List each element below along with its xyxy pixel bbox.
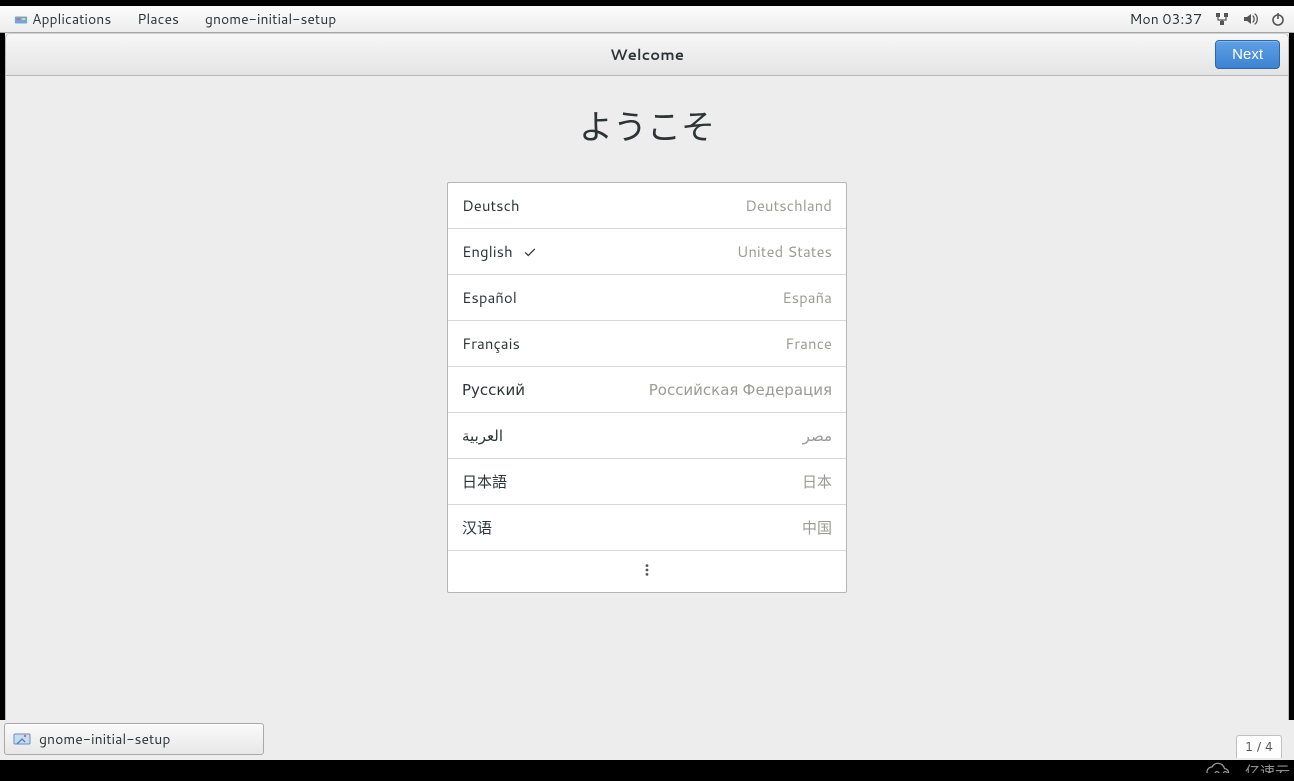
language-name: English [462,241,513,262]
panel-clock[interactable]: Mon 03:37 [1130,9,1202,29]
language-row[interactable]: Français France [448,321,846,367]
language-row[interactable]: Español España [448,275,846,321]
places-menu[interactable]: Places [133,7,183,31]
language-country: 日本 [802,471,832,492]
more-languages-row[interactable] [448,551,846,592]
bottom-taskbar: gnome-initial-setup 1 / 4 亿速云 [0,720,1294,760]
volume-icon[interactable] [1242,11,1258,27]
content-area: ようこそ Deutsch Deutschland English United Sta… [5,76,1289,720]
check-icon [523,245,537,259]
language-row[interactable]: 日本語 日本 [448,459,846,505]
language-row[interactable]: Русский Российская Федерация [448,367,846,413]
language-name: Español [462,287,517,308]
places-label: Places [137,9,179,29]
language-name: 汉语 [462,517,492,538]
language-list: Deutsch Deutschland English United States Es… [447,182,847,593]
applications-label: Applications [32,9,111,29]
language-row[interactable]: 汉语 中国 [448,505,846,551]
language-row[interactable]: العربية مصر [448,413,846,459]
language-country: مصر [803,425,832,446]
more-icon [640,561,654,582]
setup-icon [13,730,31,748]
language-country: 中国 [802,517,832,538]
taskbar-window-button[interactable]: gnome-initial-setup [4,723,264,755]
language-name: Français [462,333,520,354]
applications-icon [14,12,28,26]
language-name: العربية [462,425,503,446]
language-country: España [782,287,832,308]
language-row[interactable]: English United States [448,229,846,275]
window: Welcome Next ようこそ Deutsch Deutschland Engl… [5,33,1289,720]
active-app-menu[interactable]: gnome-initial-setup [201,7,340,31]
language-row[interactable]: Deutsch Deutschland [448,183,846,229]
language-country: Российская Федерация [649,379,832,400]
header-bar: Welcome Next [5,33,1289,76]
applications-menu[interactable]: Applications [10,7,115,31]
power-icon[interactable] [1270,11,1286,27]
next-button[interactable]: Next [1215,40,1280,69]
taskbar-window-label: gnome-initial-setup [39,729,170,749]
active-app-label: gnome-initial-setup [205,9,336,29]
language-country: United States [737,241,832,262]
top-panel: Applications Places gnome-initial-setup … [0,6,1294,33]
header-title: Welcome [6,44,1288,65]
language-name: Русский [462,379,525,400]
language-name: 日本語 [462,471,507,492]
network-icon[interactable] [1214,11,1230,27]
language-country: France [785,333,832,354]
page-counter: 1 / 4 [1236,735,1282,758]
language-name: Deutsch [462,195,520,216]
page-heading: ようこそ [579,100,715,150]
language-country: Deutschland [745,195,832,216]
